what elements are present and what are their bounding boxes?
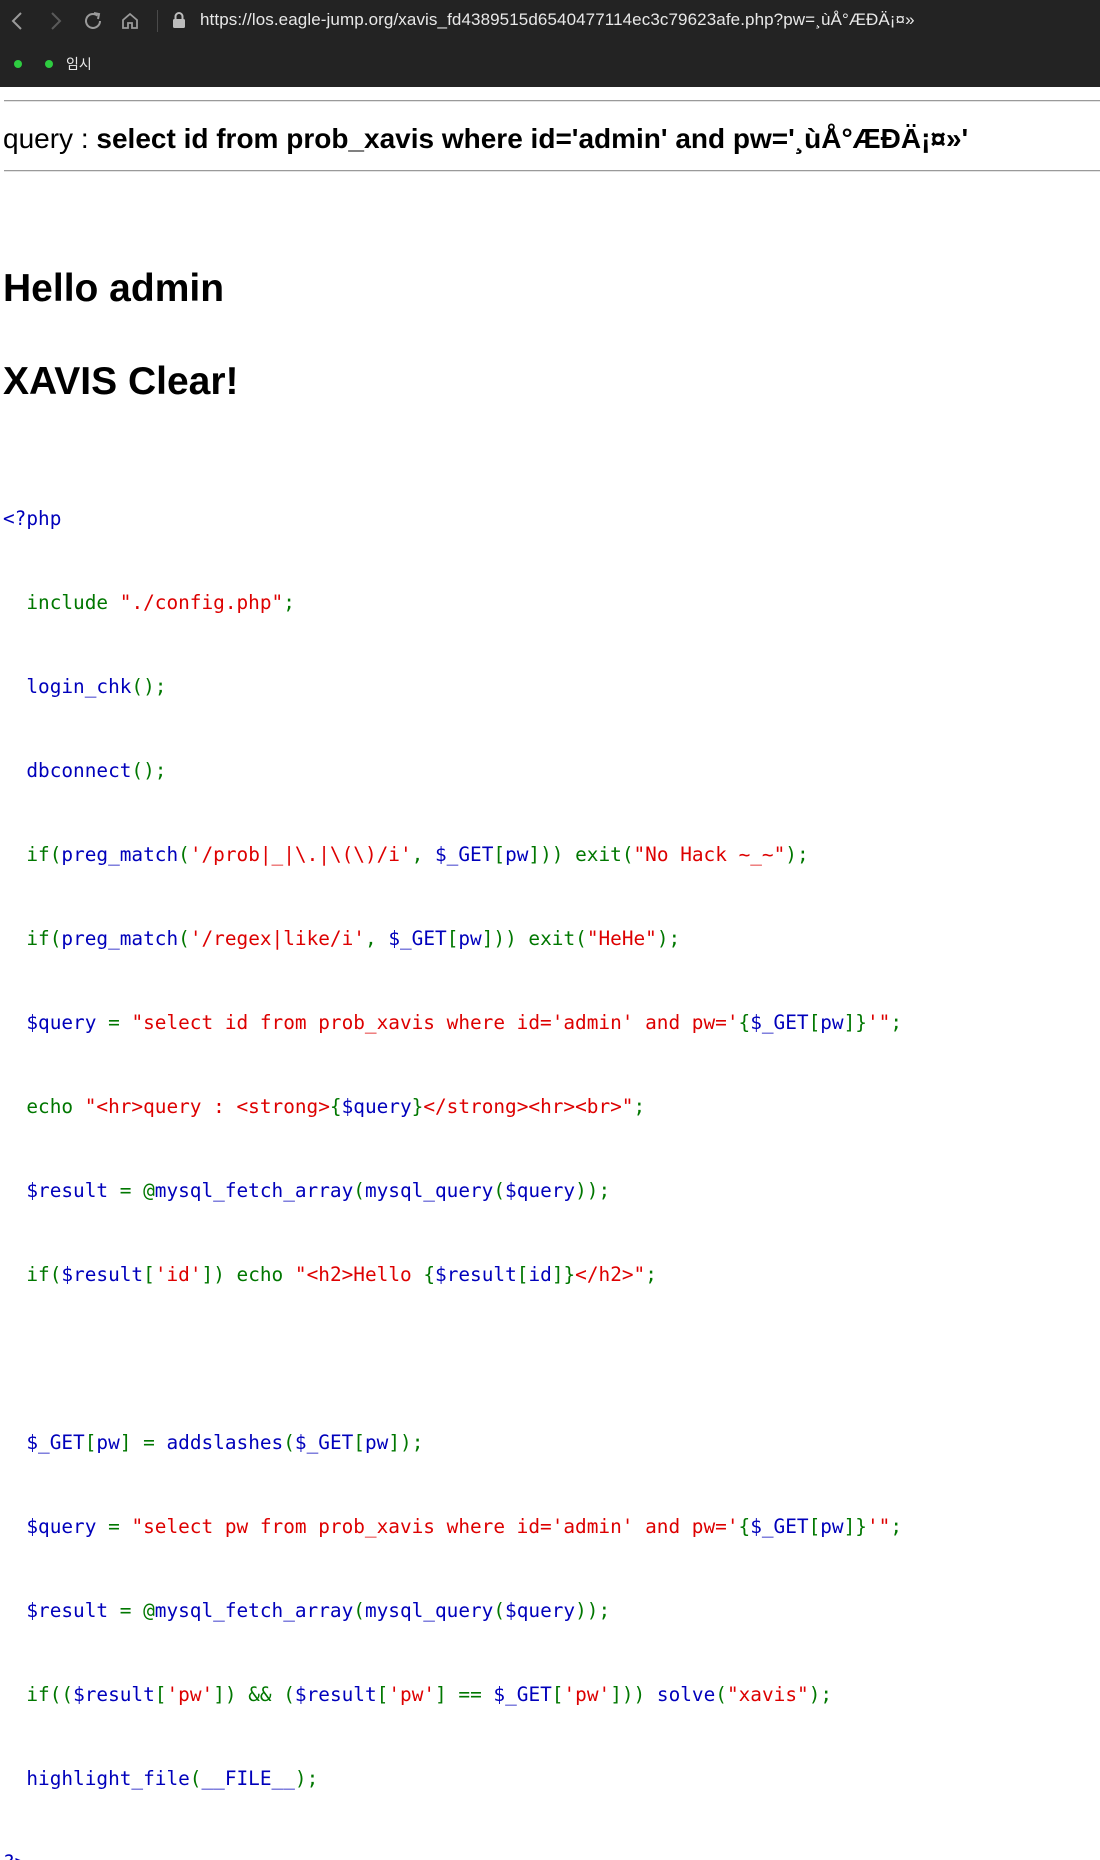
code-line: if($result['id']) echo "<h2>Hello {$resu… — [26, 1263, 657, 1286]
code-line: $query = "select pw from prob_xavis wher… — [3, 1515, 903, 1538]
horizontal-rule — [4, 100, 1100, 102]
forward-button[interactable] — [41, 7, 69, 35]
code-line: ?> — [3, 1849, 902, 1860]
code-line: include "./config.php"; — [26, 591, 295, 614]
code-line: <?php — [3, 507, 62, 530]
toolbar-separator — [157, 10, 158, 32]
home-icon — [122, 12, 138, 29]
source-code-block: <?php include "./config.php"; login_chk(… — [3, 449, 902, 1860]
reload-button[interactable] — [79, 7, 107, 35]
code-line: $result = @mysql_fetch_array(mysql_query… — [3, 1179, 611, 1202]
page-content: query : select id from prob_xavis where … — [0, 87, 1100, 1860]
horizontal-rule — [4, 170, 1100, 172]
hello-heading: Hello admin — [3, 267, 225, 310]
bookmark-label: 임시 — [66, 57, 92, 73]
code-line: login_chk(); — [3, 675, 167, 698]
code-line: if(preg_match('/regex|like/i', $_GET[pw]… — [26, 927, 681, 950]
forward-arrow-icon — [51, 12, 62, 30]
bookmarks-bar: 임시 — [0, 42, 1100, 87]
code-line: $query = "select id from prob_xavis wher… — [3, 1011, 903, 1034]
code-line: highlight_file(__FILE__); — [3, 1767, 319, 1790]
back-arrow-icon — [11, 12, 22, 30]
code-line: echo "<hr>query : <strong>{$query}</stro… — [26, 1095, 646, 1118]
address-bar[interactable]: https://los.eagle-jump.org/xavis_fd43895… — [200, 10, 915, 30]
clear-heading: XAVIS Clear! — [3, 360, 239, 403]
lock-icon[interactable] — [172, 11, 186, 29]
query-line: query : select id from prob_xavis where … — [3, 123, 968, 155]
bookmark-dot-icon — [45, 60, 53, 68]
code-line: if(preg_match('/prob|_|\.|\(\)/i', $_GET… — [26, 843, 809, 866]
code-line: $_GET[pw] = addslashes($_GET[pw]); — [3, 1431, 424, 1454]
code-line: $result = @mysql_fetch_array(mysql_query… — [3, 1599, 611, 1622]
bookmark-dot-icon — [14, 60, 22, 68]
bookmark-item[interactable] — [14, 52, 22, 76]
query-label: query : — [3, 123, 97, 154]
code-line: dbconnect(); — [3, 759, 167, 782]
reload-icon — [85, 12, 101, 29]
code-line: if(($result['pw']) && ($result['pw'] == … — [26, 1683, 833, 1706]
browser-chrome: https://los.eagle-jump.org/xavis_fd43895… — [0, 0, 1100, 87]
home-button[interactable] — [116, 7, 144, 35]
query-text: select id from prob_xavis where id='admi… — [96, 123, 969, 154]
back-button[interactable] — [4, 7, 32, 35]
browser-toolbar: https://los.eagle-jump.org/xavis_fd43895… — [0, 0, 1100, 42]
bookmark-folder-temp[interactable]: 임시 — [45, 52, 92, 76]
